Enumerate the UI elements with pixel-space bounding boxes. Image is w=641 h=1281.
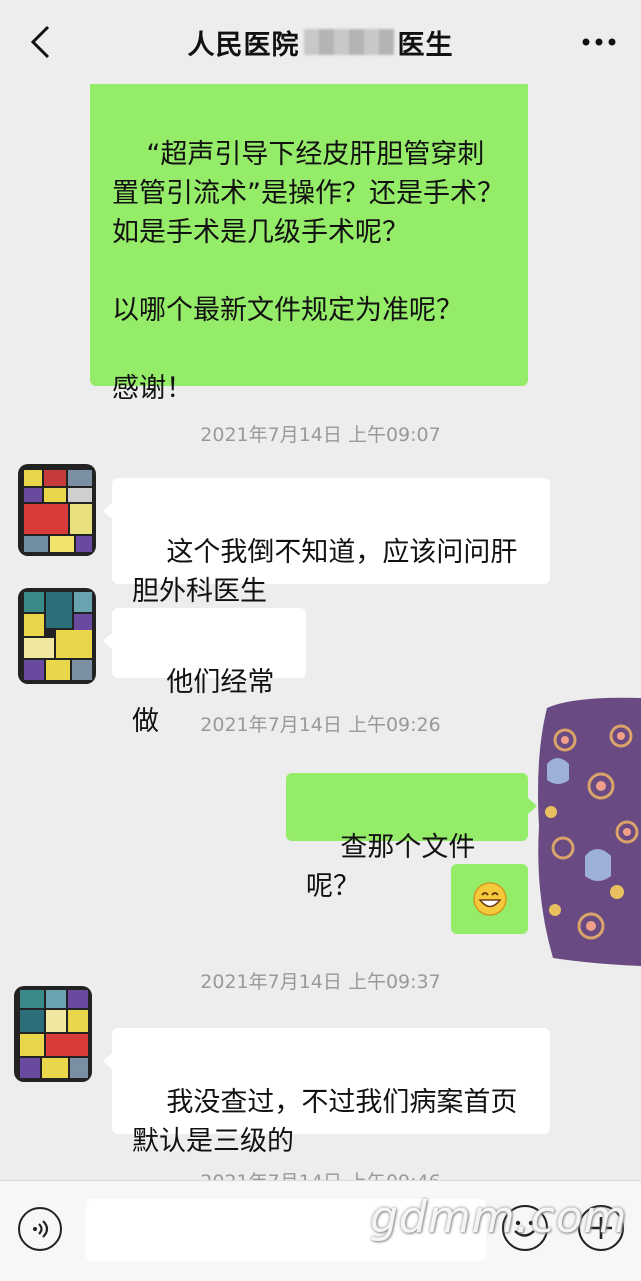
redacted-name: [303, 29, 394, 55]
contact-avatar[interactable]: [12, 460, 96, 560]
received-message-bubble[interactable]: 他们经常做: [103, 608, 306, 737]
watermark: gdmm.com: [370, 1192, 628, 1243]
sent-message-bubble[interactable]: “超声引导下经皮肝胆管穿刺置管引流术”是操作？还是手术？如是手术是几级手术呢？ …: [90, 70, 528, 404]
ellipsis-icon: [582, 38, 616, 46]
received-message-bubble[interactable]: 我没查过，不过我们病案首页默认是三级的: [103, 1028, 550, 1157]
more-button[interactable]: [579, 28, 619, 56]
timestamp: 2021年7月14日 上午09:07: [200, 424, 441, 446]
timestamp: 2021年7月14日 上午09:46: [0, 1170, 641, 1180]
my-avatar[interactable]: [533, 696, 641, 968]
back-button[interactable]: [22, 24, 58, 60]
chat-title-prefix: 人民医院: [187, 29, 300, 61]
message-text: “超声引导下经皮肝胆管穿刺置管引流术”是操作？还是手术？如是手术是几级手术呢？ …: [112, 139, 504, 404]
voice-button[interactable]: [18, 1207, 62, 1251]
chat-title-suffix: 医生: [397, 29, 454, 61]
chevron-left-icon: [30, 25, 50, 59]
received-message-bubble[interactable]: 这个我倒不知道，应该问问肝胆外科医生: [103, 478, 550, 607]
chat-area[interactable]: “超声引导下经皮肝胆管穿刺置管引流术”是操作？还是手术？如是手术是几级手术呢？ …: [0, 0, 641, 1180]
voice-icon: [33, 1220, 49, 1238]
contact-avatar[interactable]: [8, 984, 92, 1084]
chat-title: 人民医院 医生: [188, 23, 454, 62]
chat-header: 人民医院 医生: [0, 0, 641, 84]
message-text: 查那个文件呢？: [306, 832, 476, 902]
contact-avatar[interactable]: [12, 586, 96, 686]
grinning-face-icon: [472, 882, 507, 916]
sent-message-bubble[interactable]: 查那个文件呢？: [286, 773, 537, 902]
sent-emoji-bubble[interactable]: [451, 864, 528, 934]
message-text: 我没查过，不过我们病案首页默认是三级的: [132, 1087, 518, 1157]
timestamp: 2021年7月14日 上午09:37: [200, 971, 441, 993]
message-text: 这个我倒不知道，应该问问肝胆外科医生: [132, 537, 518, 607]
